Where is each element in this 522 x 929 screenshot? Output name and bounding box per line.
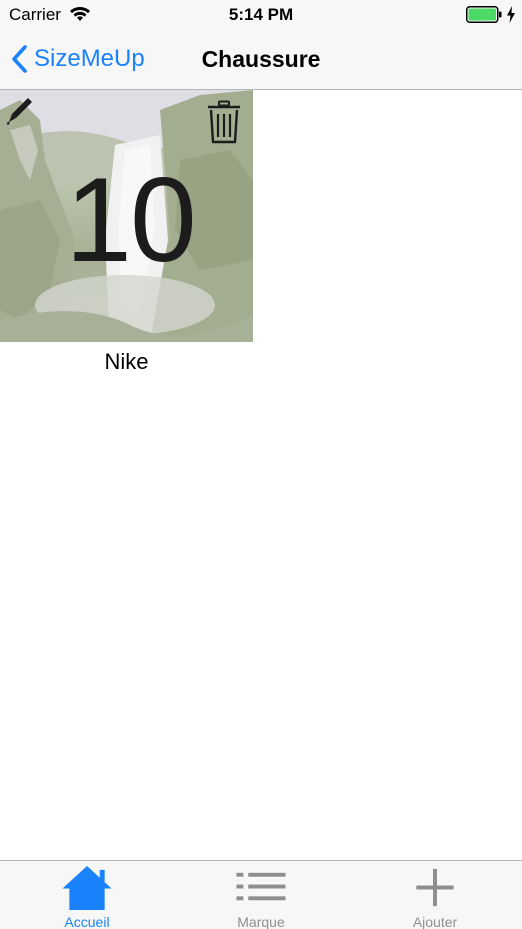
list-icon (236, 872, 286, 901)
shoe-size-value: 10 (65, 153, 196, 287)
pencil-icon[interactable] (6, 96, 34, 126)
shoe-brand-label: Nike (104, 349, 149, 374)
clock: 5:14 PM (228, 5, 294, 24)
app-screen: Carrier 5:14 PM SizeMeUp Chaussure 10 Ni… (0, 0, 522, 929)
trash-icon[interactable] (206, 100, 242, 144)
status-bar: Carrier 5:14 PM (0, 0, 522, 30)
tab-marque[interactable]: Marque (174, 861, 348, 929)
tab-ajouter[interactable]: Ajouter (348, 861, 522, 929)
tab-accueil[interactable]: Accueil (0, 861, 174, 929)
tab-ajouter-label: Ajouter (412, 914, 458, 929)
plus-icon (416, 868, 454, 907)
tab-bar: Accueil Marque Ajouter (0, 860, 522, 929)
battery-icon (466, 6, 502, 23)
card-background-image: 10 (0, 90, 253, 342)
tab-accueil-label: Accueil (64, 914, 110, 929)
home-icon (62, 865, 112, 911)
charging-icon (507, 6, 515, 23)
page-title: Chaussure (201, 46, 321, 72)
tab-marque-label: Marque (237, 914, 285, 929)
shoe-card[interactable]: 10 Nike (0, 90, 253, 375)
navigation-bar: SizeMeUp Chaussure (0, 30, 522, 90)
